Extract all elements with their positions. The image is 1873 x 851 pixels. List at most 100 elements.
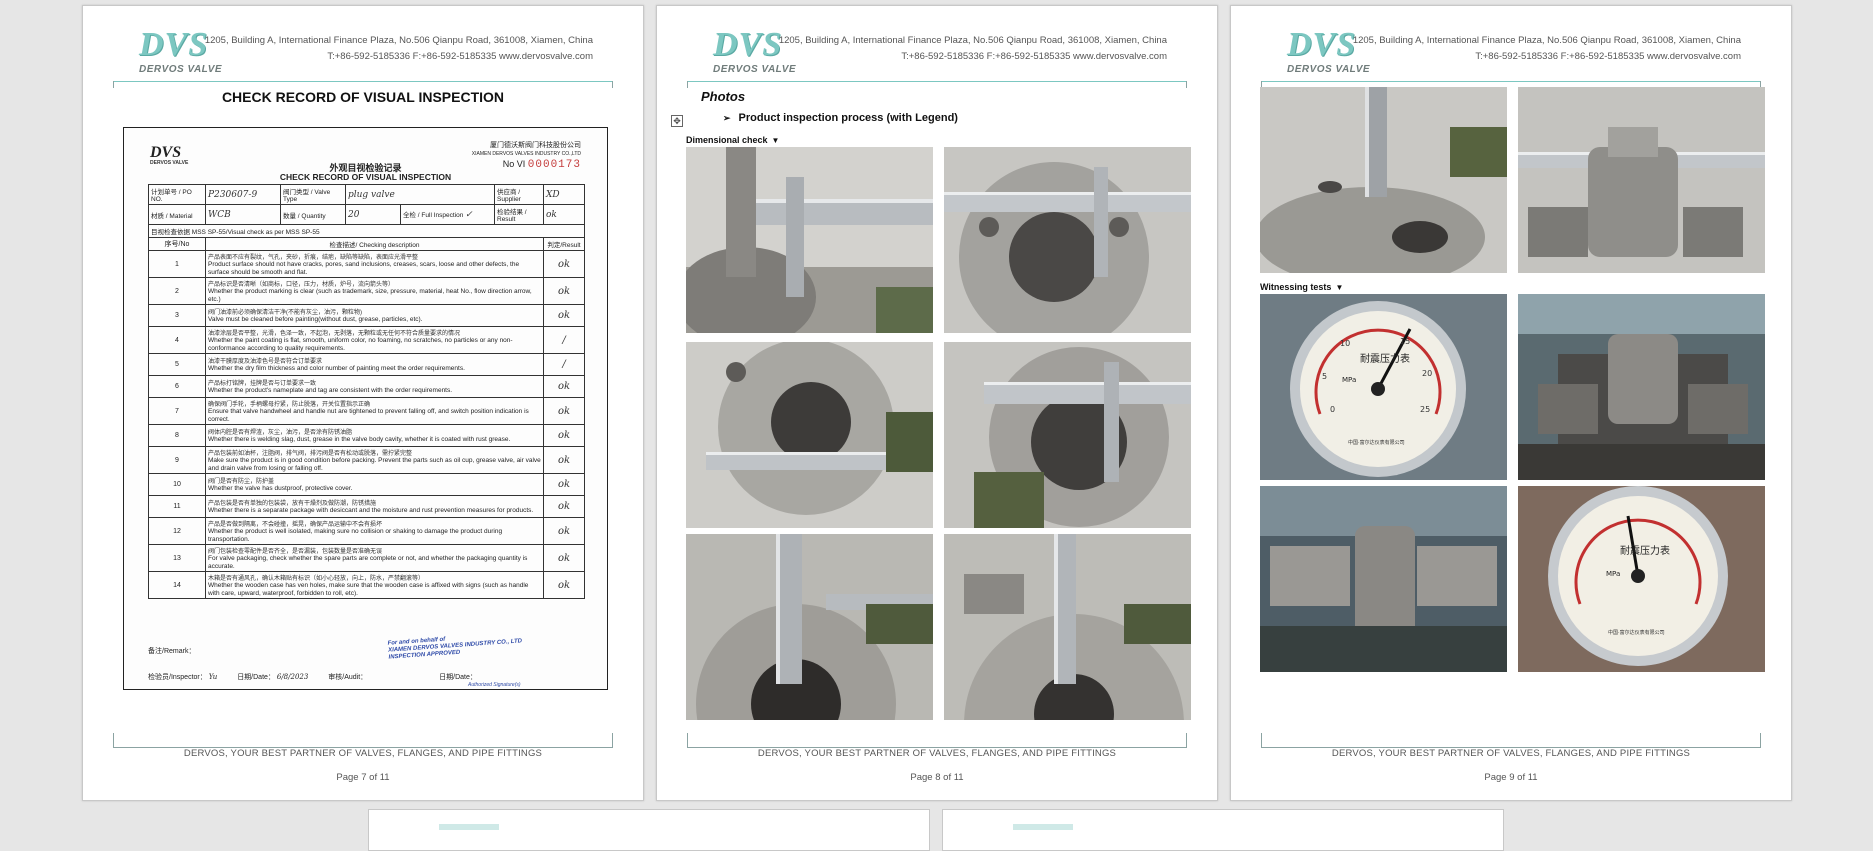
document-page-9: DVS DERVOS VALVE 1205, Building A, Inter… — [1230, 5, 1792, 801]
contact-line: T:+86-592-5185336 F:+86-592-5185335 www.… — [327, 51, 593, 62]
gauge-unit: MPa — [1342, 376, 1356, 384]
item-number: 6 — [148, 375, 206, 398]
address-line: 1205, Building A, International Finance … — [204, 35, 593, 46]
table-move-handle[interactable]: ✥ — [671, 115, 683, 127]
bullet-text: Product inspection process (with Legend) — [738, 112, 958, 124]
item-description-cn: 产品包装是否有单独的包装袋，放有干燥剂及做防潮，防锈措施 — [208, 501, 377, 508]
form-title-en: CHECK RECORD OF VISUAL INSPECTION — [279, 172, 452, 182]
footer-slogan: DERVOS, YOUR BEST PARTNER OF VALVES, FLA… — [183, 748, 543, 759]
item-number: 5 — [148, 353, 206, 376]
table-row: 11 产品包装是否有单独的包装袋，放有干燥剂及做防潮，防锈措施 Whether th… — [148, 495, 585, 518]
item-number: 8 — [148, 424, 206, 447]
item-result: ok — [543, 375, 585, 398]
item-description-en: Whether the product marking is clear (su… — [208, 288, 532, 303]
item-result: ok — [543, 397, 585, 425]
table-row: 3 阀门油漆前必须确保清洁干净(不能有灰尘，油污，颗粒物) Valve must b… — [148, 304, 585, 327]
header-address: 1205, Building A, International Finance … — [1353, 33, 1741, 65]
item-result: ok — [543, 544, 585, 572]
section-witnessing-tests[interactable]: Witnessing tests ▼ — [1260, 282, 1343, 292]
document-page-7: DVS DERVOS VALVE 1205, Building A, Inter… — [82, 5, 644, 801]
footer-rule — [1261, 733, 1761, 748]
audit-label: 审核/Audit： — [328, 674, 368, 681]
item-description: 确保阀门手轮，手柄螺母拧紧，防止脱落，开关位置指示正确 Ensure that v… — [205, 397, 544, 425]
item-description-cn: 产品是否做到隔离，不会碰撞，摇晃，确保产品运输中不会有损坏 — [208, 522, 383, 528]
photo-caliper-7 — [1260, 87, 1507, 273]
item-result: ok — [543, 517, 585, 545]
item-description: 阀体内腔是否有焊渣，灰尘，油污，是否涂有防锈油脂 Whether there is… — [205, 424, 544, 447]
gauge-tick: 25 — [1420, 405, 1430, 414]
item-description: 木箱是否有通风孔，确认木箱贴有标识（如小心轻放，向上，防水，严禁翻滚等） Whet… — [205, 571, 544, 599]
item-description: 产品表面不应有裂纹，气孔，夹砂，折痕，结疤，缺陷等缺陷，表面应光滑平整 Produ… — [205, 250, 544, 278]
approval-stamp: For and on behalf of XIAMEN DERVOS VALVE… — [387, 631, 522, 661]
item-description-cn: 阀体内腔是否有焊渣，灰尘，油污，是否涂有防锈油脂 — [208, 430, 353, 437]
full-inspection-check: ✓ — [465, 210, 473, 220]
signature-row: 检验员/Inspector： Yu 日期/Date： 6/8/2023 审核/A… — [148, 672, 477, 682]
inspection-table: 计划单号 / PO NO. P230607-9 阀门类型 / Valve Typ… — [148, 184, 585, 599]
po-label: 计划单号 / PO NO. — [148, 184, 206, 205]
col-header-result: 判定/Result — [543, 237, 585, 251]
logo-subtitle: DERVOS VALVE — [713, 64, 797, 75]
page-number: Page 9 of 11 — [1484, 772, 1538, 783]
document-page-8: DVS DERVOS VALVE 1205, Building A, Inter… — [656, 5, 1218, 801]
table-row: 2 产品标识是否清晰（如商标，口径，压力，材质，炉号，流向箭头等） Whether … — [148, 277, 585, 305]
page-number: Page 7 of 11 — [336, 772, 390, 783]
item-description-en: Make sure the product is in good conditi… — [208, 457, 541, 472]
item-description-cn: 产品标打铭牌，挂牌是否与订单要求一致 — [208, 381, 317, 388]
item-result: ok — [543, 571, 585, 599]
gauge-tick: 10 — [1340, 339, 1350, 348]
collapse-triangle-icon: ▼ — [1335, 283, 1344, 292]
supplier-value: XD — [543, 184, 585, 205]
flange-photo-icon — [686, 534, 933, 720]
item-description: 阀门包装检查零配件是否齐全，是否漏装，包装数量是否准确无误 For valve p… — [205, 544, 544, 572]
full-inspection-cell: 全检 / Full Inspection ✓ — [400, 204, 495, 225]
item-description-cn: 阀门包装检查零配件是否齐全，是否漏装，包装数量是否准确无误 — [208, 549, 383, 555]
valve-photo-icon — [1260, 87, 1507, 273]
item-description-cn: 产品标识是否清晰（如商标，口径，压力，材质，炉号，流向箭头等） — [208, 282, 395, 288]
material-value: WCB — [205, 204, 281, 225]
footer-rule — [113, 733, 613, 748]
item-description: 产品标识是否清晰（如商标，口径，压力，材质，炉号，流向箭头等） Whether t… — [205, 277, 544, 305]
col-header-desc: 检查描述/ Checking description — [205, 237, 544, 251]
gauge-unit: MPa — [1606, 570, 1620, 578]
item-result: ok — [543, 250, 585, 278]
document-page-10-preview — [368, 809, 930, 851]
item-description-en: Whether the valve has dustproof, protect… — [208, 485, 353, 493]
item-number: 4 — [148, 326, 206, 354]
company-name-cn: 厦门德沃斯阀门科技股份公司 — [490, 142, 581, 149]
item-result: ok — [543, 424, 585, 447]
inspector-value: Yu — [208, 673, 218, 681]
item-description-en: Whether there is a separate package with… — [208, 507, 534, 515]
bullet-item: ➢ Product inspection process (with Legend… — [723, 112, 958, 124]
quantity-label: 数量 / Quantity — [280, 204, 346, 225]
item-description: 阀门油漆前必须确保清洁干净(不能有灰尘，油污，颗粒物) Valve must be… — [205, 304, 544, 327]
item-result: ok — [543, 277, 585, 305]
photo-caliper-1 — [686, 147, 933, 333]
po-value: P230607-9 — [205, 184, 281, 205]
item-description-en: Whether there is welding slag, dust, gre… — [208, 436, 511, 444]
date2-label: 日期/Date： — [439, 674, 477, 681]
photo-caliper-8 — [1518, 87, 1765, 273]
table-row: 8 阀体内腔是否有焊渣，灰尘，油污，是否涂有防锈油脂 Whether there i… — [148, 424, 585, 447]
supplier-label: 供应商 / Supplier — [494, 184, 544, 205]
item-number: 7 — [148, 397, 206, 425]
table-row: 10 阀门是否有防尘，防护盖 Whether the valve has dustp… — [148, 473, 585, 496]
item-number: 9 — [148, 446, 206, 474]
item-number: 13 — [148, 544, 206, 572]
form-company: 厦门德沃斯阀门科技股份公司 XIAMEN DERVOS VALVES INDUS… — [472, 141, 581, 159]
section-dimensional-check[interactable]: Dimensional check ▼ — [686, 135, 779, 145]
flange-photo-icon — [944, 534, 1191, 720]
item-description: 阀门是否有防尘，防护盖 Whether the valve has dustpro… — [205, 473, 544, 496]
contact-line: T:+86-592-5185336 F:+86-592-5185335 www.… — [901, 51, 1167, 62]
photo-pressure-gauge-1: 耐震压力表 MPa 中国·富尔达仪表有限公司 0 5 10 15 20 25 — [1260, 294, 1507, 480]
photo-caliper-6 — [944, 534, 1191, 720]
item-description-en: Whether the product is well isolated, ma… — [208, 528, 503, 543]
pressure-gauge-icon: 耐震压力表 MPa 中国·富尔达仪表有限公司 0 5 10 15 20 25 — [1260, 294, 1507, 480]
section-label: Dimensional check — [686, 135, 768, 145]
photo-test-bench-1 — [1518, 294, 1765, 480]
item-description-cn: 确保阀门手轮，手柄螺母拧紧，防止脱落，开关位置指示正确 — [208, 402, 371, 408]
table-row: 12 产品是否做到隔离，不会碰撞，摇晃，确保产品运输中不会有损坏 Whether t… — [148, 517, 585, 545]
item-number: 12 — [148, 517, 206, 545]
item-description-cn: 阀门是否有防尘，防护盖 — [208, 479, 275, 486]
footer-slogan: DERVOS, YOUR BEST PARTNER OF VALVES, FLA… — [757, 748, 1117, 759]
item-description-en: Product surface should not have cracks, … — [208, 261, 520, 276]
